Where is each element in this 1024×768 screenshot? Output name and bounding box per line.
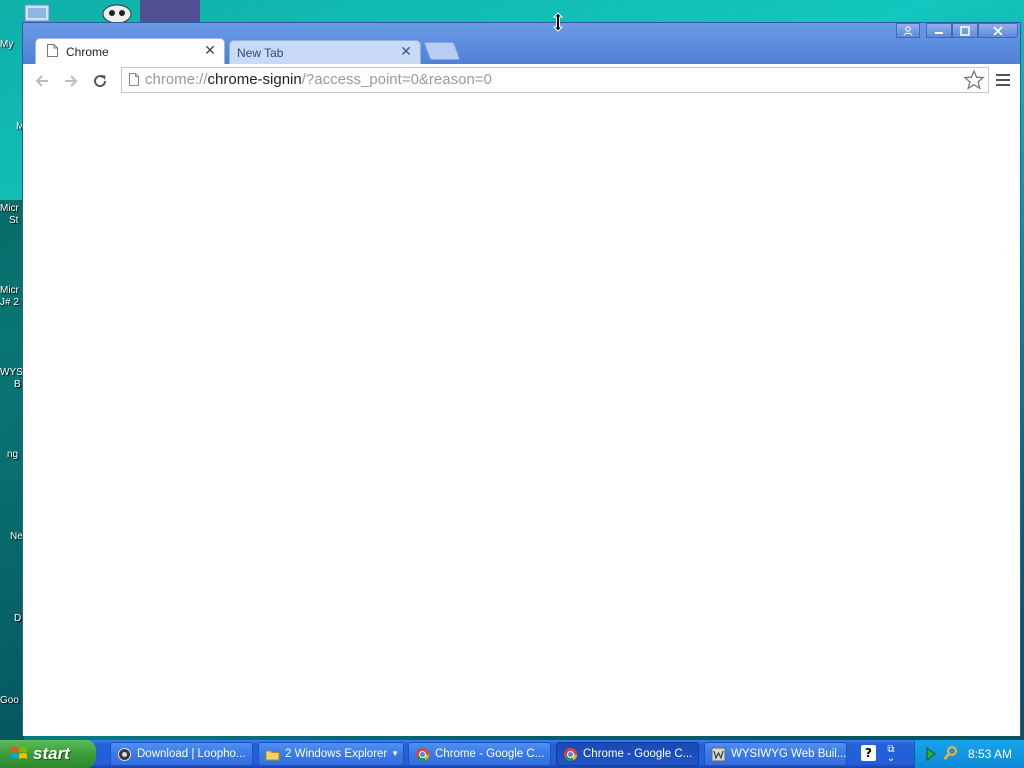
maximize-icon	[960, 26, 970, 36]
bookmark-star-icon[interactable]	[963, 69, 985, 91]
chevron-down-icon: ▼	[391, 749, 399, 758]
desktop-wallpaper-shadow	[0, 200, 24, 740]
help-icon[interactable]: ?	[861, 745, 876, 761]
start-label: start	[33, 744, 70, 763]
browser-toolbar: chrome://chrome-signin/?access_point=0&r…	[23, 64, 1020, 98]
reload-icon	[94, 75, 107, 88]
taskbar-item-label: 2 Windows Explorer	[285, 748, 388, 760]
url-text[interactable]: chrome://chrome-signin/?access_point=0&r…	[145, 71, 492, 88]
person-icon	[903, 26, 913, 36]
desktop-icon-label[interactable]: Micr	[0, 203, 22, 215]
taskbar-item-chrome-1[interactable]: Chrome - Google C...	[408, 742, 551, 766]
wysiwyg-icon	[711, 747, 726, 762]
taskbar-item-label: Chrome - Google C...	[435, 748, 545, 760]
forward-button[interactable]	[60, 70, 82, 92]
chrome-window: Chrome ✕ New Tab ✕ chrome://chrome-signi…	[22, 22, 1021, 736]
url-path: /?access_point=0&reason=0	[301, 71, 492, 88]
system-tray: 8:53 AM	[914, 740, 1024, 768]
resize-cursor-icon	[552, 12, 564, 32]
tab-new-tab[interactable]: New Tab ✕	[229, 40, 421, 64]
desktop-icon-label[interactable]: WYS	[0, 367, 22, 379]
taskbar-item-download[interactable]: Download | Loopho...	[110, 742, 253, 766]
window-titlebar[interactable]: Chrome ✕ New Tab ✕	[23, 23, 1020, 65]
desktop-wallpaper-accent	[140, 0, 200, 24]
taskbar-item-wysiwyg[interactable]: WYSIWYG Web Buil...	[704, 742, 847, 766]
desktop-icon-label[interactable]: J# 2	[0, 297, 22, 309]
desktop-icon-label[interactable]: Micr	[0, 285, 22, 297]
chrome-icon	[564, 748, 578, 762]
desktop-icon-label[interactable]: My	[0, 39, 22, 51]
taskbar-item-chrome-2[interactable]: Chrome - Google C...	[556, 742, 699, 766]
taskbar-item-label: Chrome - Google C...	[583, 748, 693, 760]
taskbar-item-label: WYSIWYG Web Buil...	[731, 748, 847, 760]
page-icon	[47, 44, 58, 57]
windows-flag-icon	[11, 747, 27, 759]
search-icon[interactable]	[943, 745, 959, 761]
folder-icon	[265, 750, 280, 761]
close-window-button[interactable]	[978, 23, 1018, 38]
desktop-icon-label[interactable]: Goo	[0, 695, 22, 707]
minimize-icon	[935, 32, 943, 34]
menu-bar	[996, 84, 1010, 86]
taskbar-item-label: Download | Loopho...	[137, 748, 246, 760]
taskbar: start Download | Loopho... 2 Windows Exp…	[0, 740, 1024, 768]
page-content[interactable]	[23, 97, 1020, 736]
tab-title: Chrome	[66, 45, 109, 59]
taskbar-item-windows-explorer[interactable]: 2 Windows Explorer ▼	[258, 742, 404, 766]
tray-expand-icon[interactable]: ⧉ ⌄	[884, 745, 898, 764]
url-scheme: chrome://	[145, 71, 208, 88]
web-icon	[118, 748, 131, 761]
close-icon	[993, 26, 1003, 36]
menu-bar	[996, 74, 1010, 76]
my-computer-icon[interactable]	[24, 4, 54, 22]
arrow-left-icon	[35, 75, 48, 87]
close-tab-icon[interactable]: ✕	[202, 42, 218, 58]
close-tab-icon[interactable]: ✕	[398, 43, 414, 59]
tab-title: New Tab	[237, 46, 284, 60]
clock[interactable]: 8:53 AM	[968, 747, 1012, 761]
url-host: chrome-signin	[207, 71, 302, 88]
profile-button[interactable]	[896, 23, 920, 38]
page-icon	[129, 73, 139, 86]
maximize-button[interactable]	[952, 23, 978, 38]
omnibox[interactable]: chrome://chrome-signin/?access_point=0&r…	[121, 67, 989, 93]
app-mascot-icon[interactable]	[100, 2, 134, 24]
minimize-button[interactable]	[926, 23, 952, 38]
chrome-menu-button[interactable]	[995, 71, 1011, 89]
new-tab-button[interactable]	[423, 42, 461, 60]
reload-button[interactable]	[89, 70, 111, 92]
arrow-right-icon	[65, 75, 78, 87]
tab-chrome[interactable]: Chrome ✕	[35, 38, 225, 65]
chrome-icon	[416, 748, 430, 762]
network-icon[interactable]	[925, 746, 939, 762]
menu-bar	[996, 79, 1010, 81]
back-button[interactable]	[31, 70, 53, 92]
start-button[interactable]: start	[0, 740, 96, 768]
